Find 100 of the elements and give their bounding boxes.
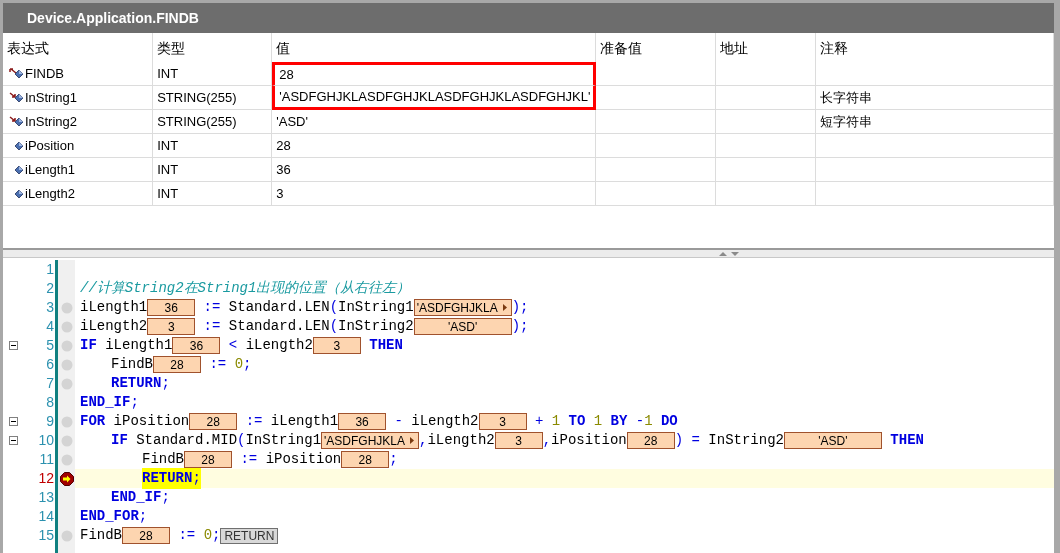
collapse-icon[interactable] [8, 436, 18, 445]
monitor-value[interactable]: 28 [341, 451, 390, 468]
identifier: FindB [111, 355, 153, 374]
keyword: THEN [368, 336, 403, 355]
breakpoint-slot-icon[interactable] [60, 320, 73, 333]
identifier: FindB [142, 450, 184, 469]
table-cell: 28 [279, 67, 294, 83]
identifier: iLength2 [427, 431, 495, 450]
table-cell: 短字符串 [819, 113, 872, 129]
number-literal: 1 [551, 412, 561, 431]
monitor-value[interactable]: 'ASD' [783, 432, 882, 449]
number-literal: 0 [234, 355, 244, 374]
table-cell: InString2 [25, 113, 78, 129]
breakpoint-slot-icon[interactable] [60, 529, 73, 542]
operator: := [177, 526, 197, 545]
breakpoint-slot-icon[interactable] [60, 434, 73, 447]
operator: ( [329, 298, 339, 317]
operator: - [393, 412, 404, 431]
output-variable-icon [9, 68, 25, 80]
breakpoint-slot-icon[interactable] [60, 339, 73, 352]
expand-arrow-icon[interactable] [500, 303, 509, 312]
breakpoint-slot-icon[interactable] [60, 415, 73, 428]
breakpoint-slot-icon[interactable] [60, 358, 73, 371]
column-header[interactable]: 地址 [719, 40, 748, 56]
monitor-value[interactable]: 3 [478, 413, 527, 430]
operator: - [635, 412, 645, 431]
table-cell: INT [157, 185, 179, 201]
number-literal: 0 [203, 526, 213, 545]
keyword: BY [609, 412, 629, 431]
operator: ; [192, 470, 201, 486]
operator: ; [130, 393, 139, 412]
breakpoint-slot-icon[interactable] [60, 301, 73, 314]
table-cell: 3 [276, 185, 284, 201]
identifier: InString1 [338, 298, 414, 317]
operator: ; [212, 526, 221, 545]
identifier: iLength2 [245, 336, 313, 355]
keyword: THEN [889, 431, 924, 450]
table-cell: INT [157, 137, 179, 153]
keyword: IF [111, 431, 128, 450]
window-title: Device.Application.FINDB [3, 3, 1054, 33]
monitor-value[interactable]: 3 [147, 318, 196, 335]
line-number: 6 [45, 355, 55, 374]
monitor-value[interactable]: 36 [172, 337, 221, 354]
identifier: iPosition [112, 412, 190, 431]
column-header[interactable]: 类型 [157, 40, 186, 56]
monitor-value[interactable]: 28 [122, 527, 170, 544]
column-header[interactable]: 值 [276, 40, 291, 56]
table-cell: 'ASDFGHJKLASDFGHJKLASDFGHJKLASDFGHJKL' [279, 88, 591, 104]
identifier: iLength1 [104, 336, 173, 355]
monitor-value[interactable]: 'ASDFGHJKLA [321, 432, 420, 449]
operator: + [533, 412, 545, 431]
collapse-icon[interactable] [8, 341, 18, 350]
operator: ; [138, 507, 148, 526]
column-header[interactable]: 表达式 [7, 40, 49, 56]
monitor-value[interactable]: 'ASD' [413, 318, 512, 335]
keyword: RETURN [111, 374, 162, 393]
identifier: iLength1 [80, 298, 148, 317]
operator: := [202, 317, 222, 336]
line-number: 5 [45, 336, 55, 355]
keyword: END_FOR [80, 507, 139, 526]
line-number: 13 [37, 488, 55, 507]
line-number: 12 [37, 469, 55, 488]
collapse-icon[interactable] [8, 417, 18, 426]
monitor-value[interactable]: 28 [626, 432, 675, 449]
operator: ; [389, 450, 398, 469]
monitor-value[interactable]: 28 [189, 413, 238, 430]
line-number: 9 [45, 412, 55, 431]
operator: := [208, 355, 228, 374]
operator: := [202, 298, 222, 317]
column-header[interactable]: 注释 [819, 40, 848, 56]
operator: ; [161, 374, 170, 393]
identifier: InString2 [708, 431, 784, 450]
monitor-value[interactable]: 28 [184, 451, 232, 468]
identifier: iLength2 [411, 412, 479, 431]
monitor-value[interactable]: 3 [312, 337, 361, 354]
breakpoint-slot-icon[interactable] [60, 453, 73, 466]
table-cell: STRING(255) [157, 89, 237, 105]
monitor-value[interactable]: 'ASDFGHJKLA [413, 299, 512, 316]
monitor-value[interactable]: 3 [494, 432, 543, 449]
current-position-icon[interactable] [59, 471, 74, 486]
monitor-value[interactable]: 28 [153, 356, 201, 373]
expand-arrow-icon[interactable] [408, 436, 417, 445]
breakpoint-gutter[interactable] [58, 260, 75, 553]
keyword: IF [80, 336, 97, 355]
monitor-value[interactable]: 36 [147, 299, 196, 316]
table-cell: INT [157, 65, 179, 81]
identifier: iPosition [265, 450, 342, 469]
column-header[interactable]: 准备值 [599, 40, 642, 56]
identifier: Standard.LEN [228, 317, 330, 336]
identifier: iLength1 [270, 412, 339, 431]
operator: := [244, 412, 264, 431]
breakpoint-slot-icon[interactable] [60, 377, 73, 390]
table-cell: 28 [276, 137, 291, 153]
splitter-arrows-icon[interactable] [717, 250, 740, 257]
operator: , [419, 431, 428, 450]
operator: := [239, 450, 259, 469]
operator: ); [511, 317, 529, 336]
operator: , [542, 431, 552, 450]
monitor-value[interactable]: 36 [338, 413, 387, 430]
operator: ; [161, 488, 170, 507]
